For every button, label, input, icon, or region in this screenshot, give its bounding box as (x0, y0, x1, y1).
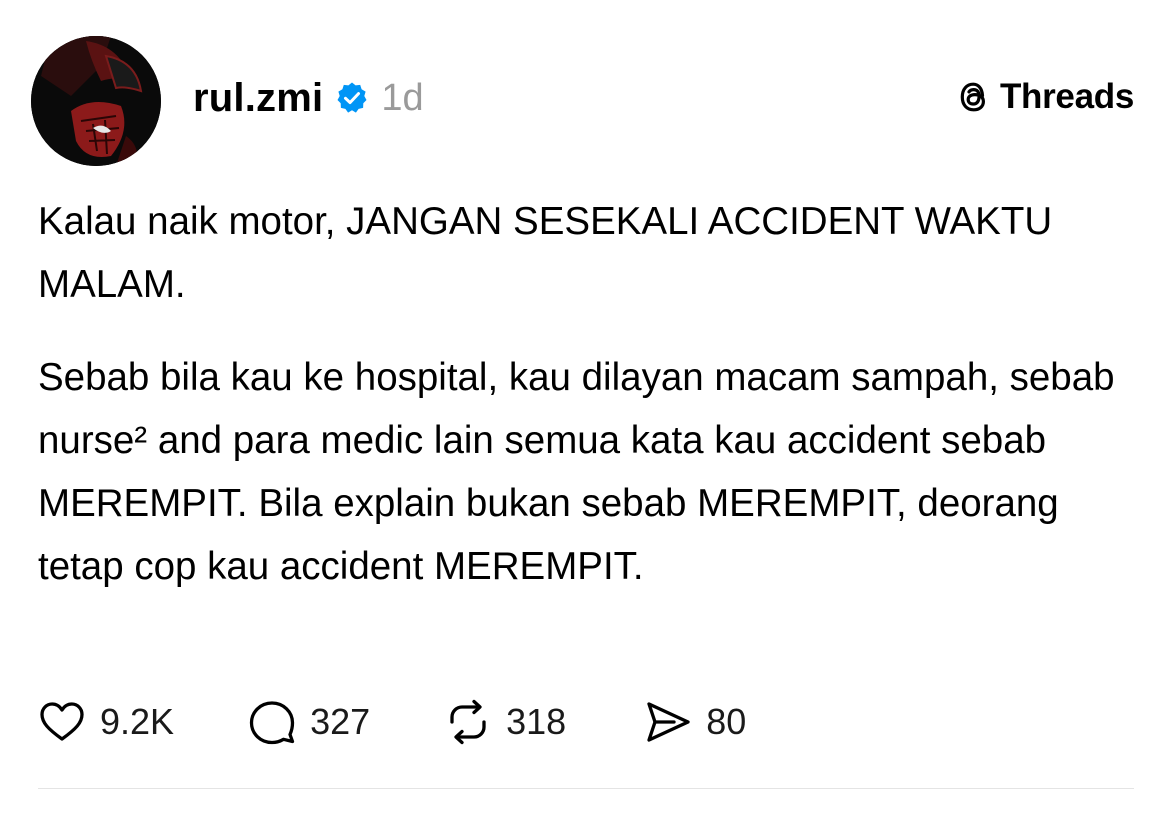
repost-count: 318 (506, 701, 567, 742)
post-actions: 9.2K 327 318 80 (38, 692, 746, 752)
threads-brand: Threads (956, 72, 1134, 122)
post-paragraph: Sebab bila kau ke hospital, kau dilayan … (38, 356, 1115, 588)
heart-icon (38, 698, 86, 746)
post-header: rul.zmi 1d (193, 70, 424, 126)
avatar[interactable] (31, 36, 161, 166)
like-button[interactable]: 9.2K (38, 698, 174, 746)
threads-brand-name: Threads (999, 77, 1134, 116)
share-button[interactable]: 80 (644, 698, 746, 746)
send-icon (644, 698, 692, 746)
threads-post: rul.zmi 1d Threads Kalau naik motor, JAN… (0, 0, 1170, 820)
username[interactable]: rul.zmi (193, 76, 323, 121)
like-count: 9.2K (100, 701, 175, 742)
reply-count: 327 (310, 701, 371, 742)
repost-icon (444, 698, 492, 746)
share-count: 80 (706, 701, 747, 742)
comment-icon (248, 698, 296, 746)
post-paragraph: Kalau naik motor, JANGAN SESEKALI ACCIDE… (38, 200, 1053, 306)
repost-button[interactable]: 318 (444, 698, 566, 746)
divider (38, 788, 1134, 789)
post-body: Kalau naik motor, JANGAN SESEKALI ACCIDE… (38, 190, 1128, 598)
avatar-image (31, 36, 161, 166)
post-timestamp: 1d (381, 76, 424, 119)
reply-button[interactable]: 327 (248, 698, 370, 746)
threads-logo-icon (956, 79, 992, 115)
verified-badge-icon (335, 81, 369, 115)
